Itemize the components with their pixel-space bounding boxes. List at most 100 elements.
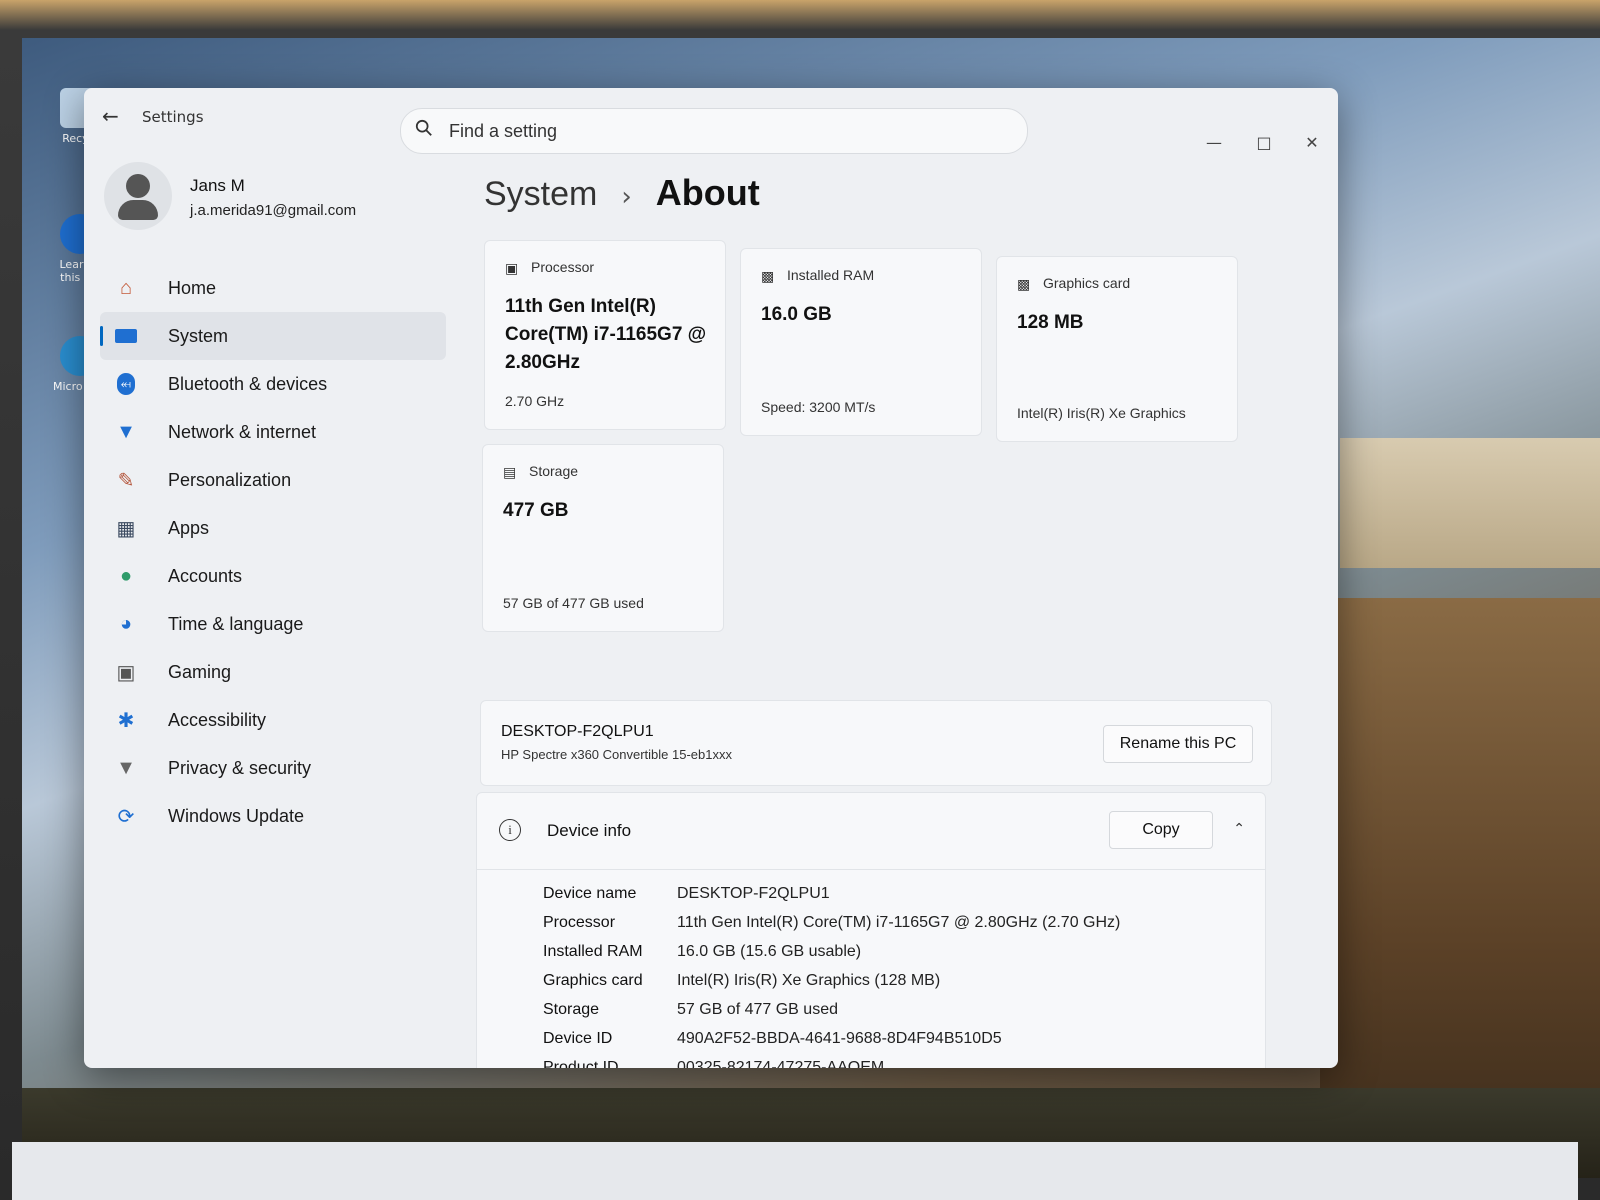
maximize-button[interactable]: □ xyxy=(1244,128,1284,158)
accounts-icon: ● xyxy=(119,564,133,587)
sidebar-item-bluetooth[interactable]: ⬶ Bluetooth & devices xyxy=(100,360,446,408)
chevron-right-icon: › xyxy=(621,182,632,212)
spec-row: Processor 11th Gen Intel(R) Core(TM) i7-… xyxy=(543,914,1120,943)
device-info-section: i Device info Copy ⌃ Device name DESKTOP… xyxy=(476,792,1266,1068)
sidebar-item-apps[interactable]: ▦ Apps xyxy=(100,504,446,552)
system-icon xyxy=(112,322,140,350)
card-label: Installed RAM xyxy=(787,267,875,283)
spec-value: DESKTOP-F2QLPU1 xyxy=(677,885,830,902)
card-value: 477 GB xyxy=(503,500,569,521)
search-box[interactable] xyxy=(400,108,1028,154)
processor-icon: ▣ xyxy=(505,261,519,277)
chevron-up-icon[interactable]: ⌃ xyxy=(1233,821,1245,837)
app-title: Settings xyxy=(142,108,204,126)
copy-button[interactable]: Copy xyxy=(1109,811,1213,849)
user-email: j.a.merida91@gmail.com xyxy=(190,202,357,219)
sidebar-item-accessibility[interactable]: ✱ Accessibility xyxy=(100,696,446,744)
pc-name: DESKTOP-F2QLPU1 xyxy=(501,723,654,740)
wifi-icon: ▼ xyxy=(116,420,136,443)
spec-key: Storage xyxy=(543,1001,600,1018)
device-info-header[interactable]: i Device info Copy ⌃ xyxy=(477,793,1265,870)
avatar-body xyxy=(118,200,158,220)
spec-row: Installed RAM 16.0 GB (15.6 GB usable) xyxy=(543,943,1120,972)
minimize-button[interactable]: — xyxy=(1194,128,1234,158)
title-bar: ← Settings — □ ✕ xyxy=(84,88,1338,154)
sidebar-item-label: Privacy & security xyxy=(168,757,312,778)
search-input[interactable] xyxy=(447,117,1011,145)
close-button[interactable]: ✕ xyxy=(1292,128,1332,158)
spec-row: Device name DESKTOP-F2QLPU1 xyxy=(543,885,1120,914)
card-sub: Intel(R) Iris(R) Xe Graphics xyxy=(1017,405,1186,421)
card-label: Processor xyxy=(531,259,595,275)
card-value: 128 MB xyxy=(1017,312,1084,333)
sidebar-item-personalization[interactable]: ✎ Personalization xyxy=(100,456,446,504)
globe-clock-icon: ◕ xyxy=(119,612,133,635)
device-spec-table: Device name DESKTOP-F2QLPU1 Processor 11… xyxy=(543,885,1120,1068)
user-profile[interactable]: Jans M j.a.merida91@gmail.com xyxy=(104,158,464,238)
gamepad-icon: ▣ xyxy=(116,661,136,684)
sidebar-item-network[interactable]: ▼ Network & internet xyxy=(100,408,446,456)
taskbar xyxy=(12,1142,1578,1200)
ram-card: ▩ Installed RAM 16.0 GB Speed: 3200 MT/s xyxy=(740,248,982,436)
back-arrow-icon[interactable]: ← xyxy=(102,104,119,128)
pc-name-row: DESKTOP-F2QLPU1 HP Spectre x360 Converti… xyxy=(480,700,1272,786)
sidebar-item-label: System xyxy=(168,325,229,346)
breadcrumb-parent[interactable]: System xyxy=(484,175,597,214)
spec-row: Product ID 00325-82174-47275-AAOEM xyxy=(543,1059,1120,1068)
sidebar-item-label: Personalization xyxy=(168,469,292,490)
update-icon: ⟳ xyxy=(117,805,135,828)
sidebar-item-accounts[interactable]: ● Accounts xyxy=(100,552,446,600)
ram-icon: ▩ xyxy=(761,269,775,285)
spec-value: Intel(R) Iris(R) Xe Graphics (128 MB) xyxy=(677,972,941,989)
spec-key: Graphics card xyxy=(543,972,643,989)
sidebar-item-label: Network & internet xyxy=(168,421,317,442)
sidebar-item-label: Bluetooth & devices xyxy=(168,373,328,394)
shield-icon: ▼ xyxy=(116,756,136,779)
graphics-card-icon: ▩ xyxy=(1017,277,1031,293)
sidebar-item-label: Accounts xyxy=(168,565,243,586)
breadcrumb: System › About xyxy=(484,172,760,222)
graphics-card: ▩ Graphics card 128 MB Intel(R) Iris(R) … xyxy=(996,256,1238,442)
spec-key: Installed RAM xyxy=(543,943,643,960)
sidebar-item-privacy[interactable]: ▼ Privacy & security xyxy=(100,744,446,792)
sidebar-item-gaming[interactable]: ▣ Gaming xyxy=(100,648,446,696)
spec-value: 57 GB of 477 GB used xyxy=(677,1001,838,1018)
sidebar-item-label: Apps xyxy=(168,517,210,538)
spec-value: 490A2F52-BBDA-4641-9688-8D4F94B510D5 xyxy=(677,1030,1002,1047)
card-sub: Speed: 3200 MT/s xyxy=(761,399,876,415)
storage-card: ▤ Storage 477 GB 57 GB of 477 GB used xyxy=(482,444,724,632)
sidebar-item-time-language[interactable]: ◕ Time & language xyxy=(100,600,446,648)
card-label: Storage xyxy=(529,463,579,479)
card-value: 11th Gen Intel(R) Core(TM) i7-1165G7 @ 2… xyxy=(505,296,707,373)
card-sub: 2.70 GHz xyxy=(505,393,565,409)
sidebar-item-label: Windows Update xyxy=(168,805,305,826)
user-name: Jans M xyxy=(190,176,245,195)
sidebar-item-system[interactable]: System xyxy=(100,312,446,360)
wallpaper-buildings xyxy=(1340,438,1600,568)
spec-value: 00325-82174-47275-AAOEM xyxy=(677,1059,885,1068)
spec-key: Processor xyxy=(543,914,616,931)
sidebar-nav: ⌂ Home System ⬶ Bluetooth & devices ▼ Ne… xyxy=(100,264,446,840)
sidebar-item-label: Gaming xyxy=(168,661,232,682)
sidebar-item-home[interactable]: ⌂ Home xyxy=(100,264,446,312)
sidebar-item-windows-update[interactable]: ⟳ Windows Update xyxy=(100,792,446,840)
spec-value: 11th Gen Intel(R) Core(TM) i7-1165G7 @ 2… xyxy=(677,914,1121,931)
search-icon xyxy=(415,119,432,136)
spec-value: 16.0 GB (15.6 GB usable) xyxy=(677,943,862,960)
card-label: Graphics card xyxy=(1043,275,1131,291)
card-sub: 57 GB of 477 GB used xyxy=(503,595,644,611)
rename-pc-button[interactable]: Rename this PC xyxy=(1103,725,1253,763)
accessibility-icon: ✱ xyxy=(117,709,135,732)
page-title: About xyxy=(655,172,760,213)
pc-model: HP Spectre x360 Convertible 15-eb1xxx xyxy=(501,747,732,762)
device-info-title: Device info xyxy=(547,821,632,840)
storage-icon: ▤ xyxy=(503,465,517,481)
info-icon: i xyxy=(499,819,521,841)
home-icon: ⌂ xyxy=(119,276,133,299)
apps-icon: ▦ xyxy=(116,517,136,540)
avatar-head xyxy=(126,174,150,198)
spec-row: Storage 57 GB of 477 GB used xyxy=(543,1001,1120,1030)
brush-icon: ✎ xyxy=(117,469,135,492)
card-value: 16.0 GB xyxy=(761,304,832,325)
sidebar-item-label: Accessibility xyxy=(168,709,267,730)
